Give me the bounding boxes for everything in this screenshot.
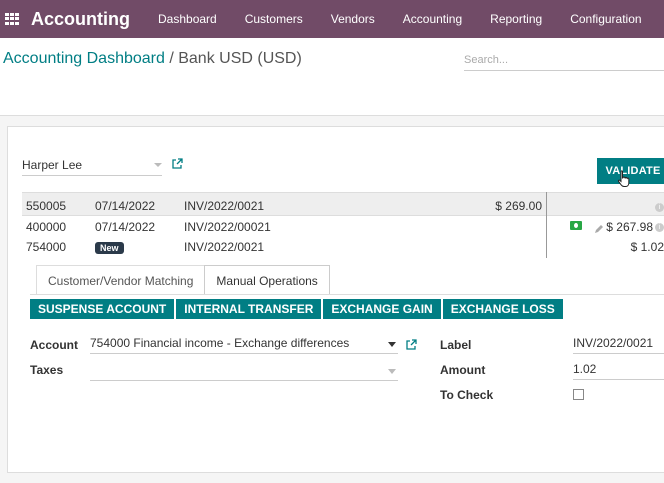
amount-label: Amount xyxy=(440,363,486,377)
new-writeoff-line[interactable]: 754000 New INV/2022/0021 $ 1.02 xyxy=(22,236,664,256)
tabs-bar: Customer/Vendor Matching Manual Operatio… xyxy=(36,265,330,295)
account-field[interactable]: 754000 Financial income - Exchange diffe… xyxy=(90,336,398,354)
nav-configuration[interactable]: Configuration xyxy=(570,12,641,26)
taxes-dropdown-caret-icon[interactable] xyxy=(388,369,396,374)
taxes-label: Taxes xyxy=(30,363,64,377)
partner-field[interactable]: Harper Lee xyxy=(22,158,162,176)
reconciliation-sheet: Harper Lee VALIDATE 550005 07/14/2022 IN… xyxy=(7,126,664,473)
label-value: INV/2022/0021 xyxy=(573,336,654,350)
line-reference: INV/2022/00021 xyxy=(184,220,271,234)
apps-menu-icon[interactable] xyxy=(5,13,19,25)
tab-manual-operations[interactable]: Manual Operations xyxy=(204,265,330,295)
amount-field[interactable]: 1.02 xyxy=(573,362,664,380)
line-credit-cell: $ 267.98 i xyxy=(594,220,664,234)
internal-transfer-button[interactable]: INTERNAL TRANSFER xyxy=(176,299,322,319)
exchange-loss-button[interactable]: EXCHANGE LOSS xyxy=(442,299,563,319)
line-date: 07/14/2022 xyxy=(95,199,156,213)
to-check-checkbox[interactable] xyxy=(573,389,584,400)
line-account: 400000 xyxy=(26,220,67,234)
statement-line[interactable]: 550005 07/14/2022 INV/2022/0021 $ 269.00… xyxy=(22,192,664,216)
line-reference: INV/2022/0021 xyxy=(184,240,265,254)
line-reference: INV/2022/0021 xyxy=(184,199,265,213)
top-navbar: Accounting Dashboard Customers Vendors A… xyxy=(0,0,664,38)
reconcile-models: SUSPENSE ACCOUNT INTERNAL TRANSFER EXCHA… xyxy=(30,299,565,319)
nav-customers[interactable]: Customers xyxy=(245,12,303,26)
line-debit: $ 269.00 xyxy=(495,199,542,213)
control-panel: Accounting Dashboard / Bank USD (USD) xyxy=(0,38,664,116)
line-account: 550005 xyxy=(26,199,67,213)
partner-dropdown-caret-icon[interactable] xyxy=(154,163,162,167)
new-badge-cell: New xyxy=(95,240,124,254)
money-icon[interactable] xyxy=(570,221,582,230)
taxes-field[interactable] xyxy=(90,363,398,381)
account-external-link-icon[interactable] xyxy=(405,339,417,351)
breadcrumb: Accounting Dashboard / Bank USD (USD) xyxy=(3,50,302,68)
nav-vendors[interactable]: Vendors xyxy=(331,12,375,26)
breadcrumb-parent-link[interactable]: Accounting Dashboard xyxy=(3,50,165,67)
line-info-icon[interactable]: i xyxy=(655,223,664,233)
tabs-divider xyxy=(30,294,664,295)
proposition-line[interactable]: 400000 07/14/2022 INV/2022/00021 $ 267.9… xyxy=(22,216,664,236)
pencil-edit-icon[interactable] xyxy=(594,223,604,233)
exchange-gain-button[interactable]: EXCHANGE GAIN xyxy=(323,299,441,319)
nav-reporting[interactable]: Reporting xyxy=(490,12,542,26)
to-check-label: To Check xyxy=(440,388,494,402)
nav-dashboard[interactable]: Dashboard xyxy=(158,12,217,26)
line-account: 754000 xyxy=(26,240,67,254)
nav-accounting[interactable]: Accounting xyxy=(403,12,462,26)
mouse-pointer-icon xyxy=(617,170,631,188)
line-date: 07/14/2022 xyxy=(95,220,156,234)
line-credit: $ 1.02 xyxy=(630,240,664,254)
partner-external-link-icon[interactable] xyxy=(171,158,183,170)
app-brand[interactable]: Accounting xyxy=(31,9,130,30)
breadcrumb-current: Bank USD (USD) xyxy=(178,50,302,67)
account-dropdown-caret-icon[interactable] xyxy=(388,342,396,347)
reconciliation-lines: 550005 07/14/2022 INV/2022/0021 $ 269.00… xyxy=(22,192,664,256)
label-field[interactable]: INV/2022/0021 xyxy=(573,336,664,354)
debit-credit-separator xyxy=(546,192,547,258)
label-label: Label xyxy=(440,338,472,352)
search-input[interactable] xyxy=(464,49,664,71)
partner-value: Harper Lee xyxy=(22,158,83,172)
tab-customer-vendor-matching[interactable]: Customer/Vendor Matching xyxy=(36,265,206,295)
suspense-account-button[interactable]: SUSPENSE ACCOUNT xyxy=(30,299,175,319)
breadcrumb-separator: / xyxy=(164,50,179,67)
line-credit: $ 267.98 xyxy=(606,220,653,234)
account-value: 754000 Financial income - Exchange diffe… xyxy=(90,336,350,350)
new-badge: New xyxy=(95,242,124,254)
amount-value: 1.02 xyxy=(573,362,597,376)
account-label: Account xyxy=(30,338,78,352)
line-info-icon[interactable]: i xyxy=(653,200,664,214)
